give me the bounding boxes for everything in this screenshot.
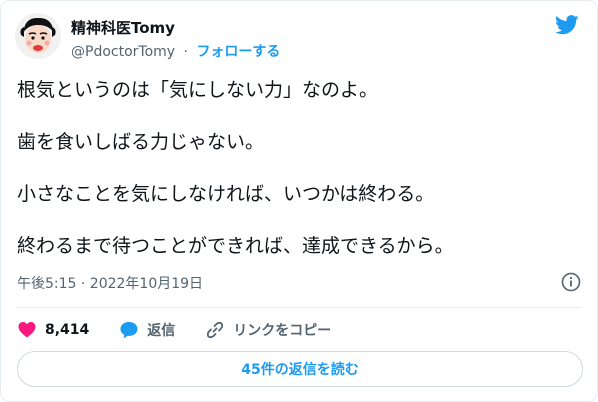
heart-icon bbox=[18, 322, 36, 338]
avatar-illustration bbox=[15, 13, 61, 59]
handle-row: @PdoctorTomy · フォローする bbox=[71, 41, 280, 61]
display-name[interactable]: 精神科医Tomy bbox=[71, 17, 175, 38]
tweet-text: 根気というのは「気にしない力」なのよ。 歯を食いしばる力じゃない。 小さなことを… bbox=[17, 77, 587, 285]
tweet-timestamp[interactable]: 午後5:15 · 2022年10月19日 bbox=[17, 273, 203, 293]
tweet-paragraph: 歯を食いしばる力じゃない。 bbox=[17, 131, 265, 153]
tweet-paragraph: 終わるまで待つことができれば、達成できるから。 bbox=[17, 235, 454, 257]
tweet-paragraph: 小さなことを気にしなければ、いつかは終わる。 bbox=[17, 183, 435, 205]
avatar[interactable] bbox=[15, 13, 61, 59]
info-icon[interactable] bbox=[561, 272, 581, 292]
copy-link-label: リンクをコピー bbox=[233, 323, 332, 339]
tweet-paragraph: 根気というのは「気にしない力」なのよ。 bbox=[17, 79, 379, 101]
tweet-actions: 8,414 返信 リンクをコピー bbox=[17, 319, 361, 341]
reply-label: 返信 bbox=[147, 323, 176, 339]
tweet-card: 精神科医Tomy @PdoctorTomy · フォローする 根気というのは「気… bbox=[0, 0, 598, 402]
link-icon bbox=[207, 321, 224, 339]
follow-button[interactable]: フォローする bbox=[196, 44, 280, 60]
handle-separator: · bbox=[183, 44, 188, 60]
divider bbox=[17, 307, 581, 308]
handle[interactable]: @PdoctorTomy bbox=[71, 44, 175, 60]
reply-bubble-icon bbox=[120, 322, 138, 339]
like-count: 8,414 bbox=[45, 322, 90, 338]
copy-link-button[interactable]: リンクをコピー bbox=[205, 320, 331, 340]
read-replies-button[interactable]: 45件の返信を読む bbox=[17, 351, 583, 387]
twitter-bird-icon[interactable] bbox=[555, 15, 579, 35]
like-button[interactable]: 8,414 bbox=[17, 320, 89, 340]
reply-button[interactable]: 返信 bbox=[119, 320, 175, 340]
